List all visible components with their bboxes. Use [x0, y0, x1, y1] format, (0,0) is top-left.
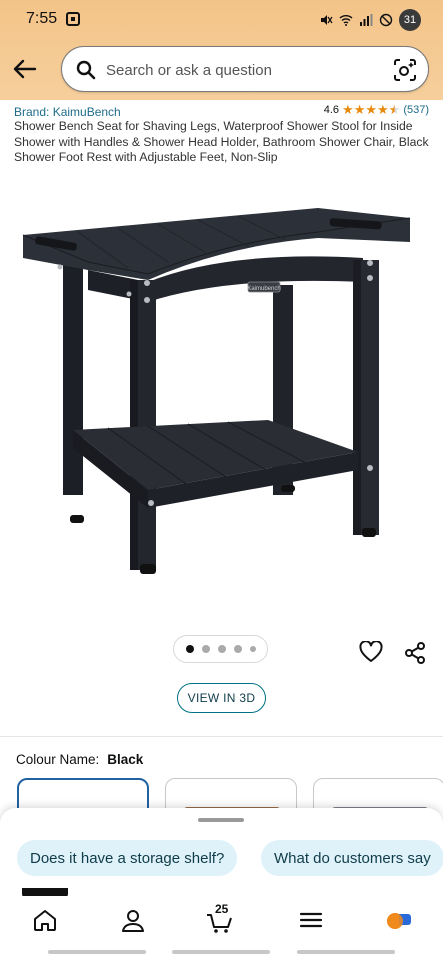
- carousel-dot[interactable]: [233, 645, 242, 653]
- mute-icon: [321, 15, 333, 25]
- cart-count: 25: [215, 902, 229, 916]
- star-icon: ★: [342, 102, 354, 117]
- brand-logo-text: Kaimubench: [247, 286, 280, 292]
- product-image[interactable]: Kaimubench: [18, 190, 430, 590]
- carousel-dot[interactable]: [201, 645, 210, 653]
- heart-icon[interactable]: [359, 641, 383, 663]
- search-input[interactable]: [106, 57, 376, 83]
- status-bar: 7:55 31: [0, 0, 443, 40]
- camera-search-icon[interactable]: [392, 57, 418, 83]
- gesture-bar: [172, 950, 270, 954]
- account-icon[interactable]: [119, 906, 147, 934]
- home-icon[interactable]: [31, 906, 59, 934]
- drag-handle[interactable]: [198, 818, 244, 822]
- colour-selector-label: Colour Name: Black: [16, 752, 143, 767]
- signal-icon: [360, 14, 373, 26]
- carousel-dot[interactable]: [249, 646, 256, 652]
- cart-button[interactable]: 25: [206, 902, 234, 934]
- search-bar[interactable]: [61, 46, 429, 92]
- share-icon[interactable]: [403, 641, 427, 665]
- carousel-dot[interactable]: [217, 645, 226, 653]
- suggestion-chip[interactable]: What do customers say: [261, 840, 443, 876]
- gesture-bar: [48, 950, 146, 954]
- image-carousel-indicator[interactable]: [173, 635, 268, 663]
- brand-link[interactable]: Brand: KaimuBench: [14, 105, 121, 119]
- do-not-disturb-icon: [379, 13, 393, 27]
- brand-rating-row: Brand: KaimuBench 4.6 ★ ★ ★ ★ ★ (537): [14, 103, 429, 119]
- wifi-icon: [339, 15, 353, 26]
- star-icon: ★: [365, 102, 377, 117]
- star-icon: ★: [377, 102, 389, 117]
- back-button[interactable]: [12, 56, 38, 82]
- section-divider: [0, 736, 443, 737]
- carousel-dot[interactable]: [185, 645, 194, 653]
- status-icons: 31: [319, 9, 421, 31]
- view-in-3d-button[interactable]: VIEW IN 3D: [177, 683, 266, 713]
- rufus-icon[interactable]: [384, 906, 412, 934]
- search-row: [0, 44, 443, 96]
- suggestion-chip[interactable]: Does it have a storage shelf?: [17, 840, 238, 876]
- menu-icon[interactable]: [297, 906, 325, 934]
- colour-label: Colour Name:: [16, 752, 100, 767]
- half-star-icon: ★: [388, 102, 401, 117]
- arrow-left-icon: [13, 59, 37, 79]
- rating-value: 4.6: [323, 103, 340, 116]
- status-time: 7:55: [26, 10, 58, 27]
- screenshot-icon: [66, 12, 80, 26]
- gesture-bar: [297, 950, 395, 954]
- search-icon: [76, 60, 96, 80]
- star-icon: ★: [353, 102, 366, 117]
- review-count[interactable]: (537): [403, 104, 429, 116]
- battery-icon: 31: [399, 9, 421, 31]
- colour-value: Black: [107, 752, 144, 767]
- rating[interactable]: 4.6 ★ ★ ★ ★ ★ (537): [324, 103, 429, 116]
- product-title: Shower Bench Seat for Shaving Legs, Wate…: [14, 119, 429, 164]
- star-rating: ★ ★ ★ ★ ★: [342, 103, 400, 116]
- header-area: 7:55 31: [0, 0, 443, 100]
